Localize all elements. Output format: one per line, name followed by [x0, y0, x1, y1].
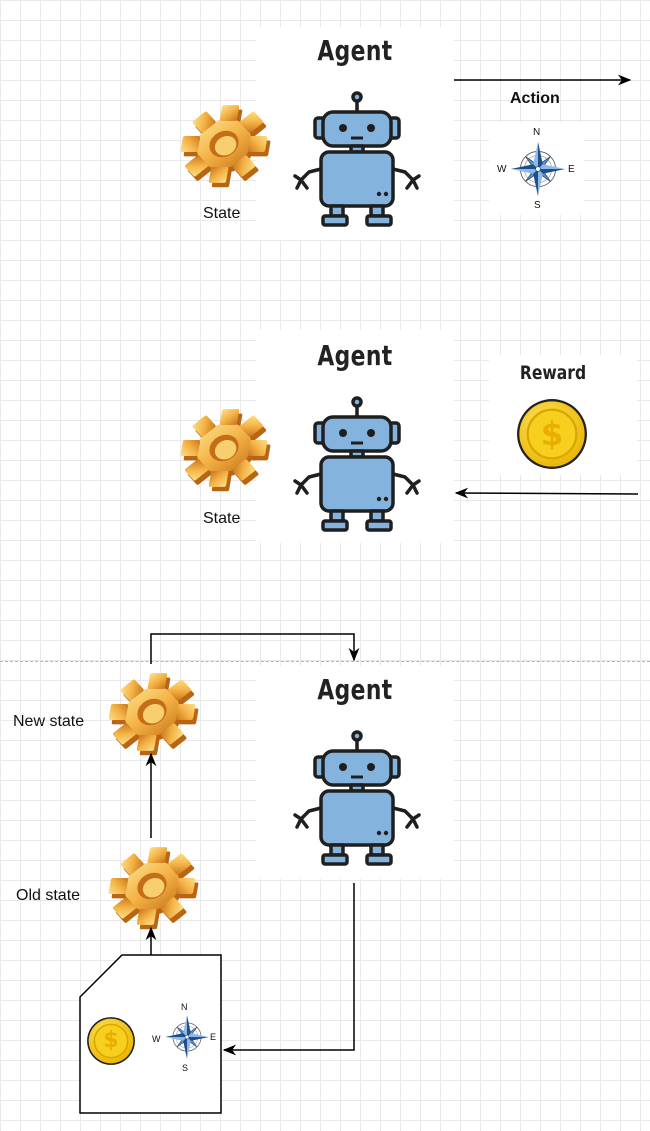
cycle-arrows [145, 633, 360, 1056]
